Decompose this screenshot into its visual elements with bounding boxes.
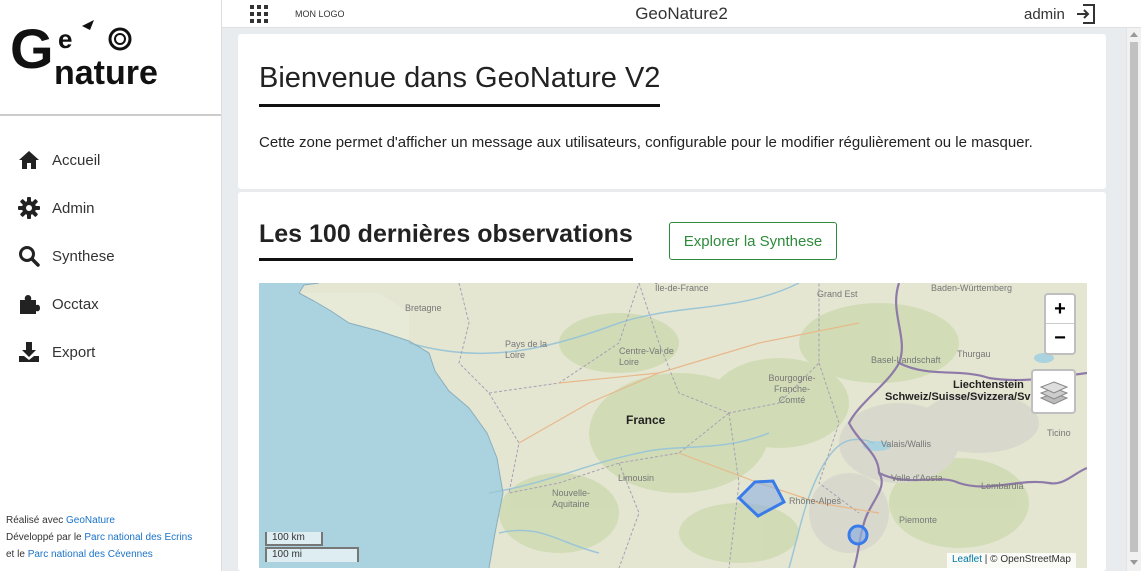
observation-point — [847, 524, 869, 546]
scroll-thumb[interactable] — [1130, 42, 1138, 552]
map-label: Piemonte — [899, 515, 938, 525]
svg-text:e: e — [58, 24, 72, 54]
nav-item-synthese[interactable]: Synthese — [0, 232, 220, 280]
scale-km: 100 km — [265, 532, 323, 546]
geonature-link[interactable]: GeoNature — [66, 515, 115, 526]
layers-control[interactable] — [1031, 369, 1076, 414]
main-nav: Accueil Admin Synthese Occtax Export — [0, 136, 220, 376]
user-name: admin — [1024, 6, 1065, 23]
map-label: Pays de la Loire — [505, 339, 548, 360]
sidebar: G e nature Accueil Admin Synthese Occtax… — [0, 0, 222, 571]
map-basemap[interactable] — [259, 283, 1087, 568]
logout-icon[interactable] — [1075, 3, 1097, 25]
home-icon — [17, 148, 41, 172]
map-label: Limousin — [618, 473, 655, 483]
observations-map[interactable]: Île-de-France Grand Est Baden-Württember… — [259, 283, 1087, 568]
search-icon — [17, 244, 41, 268]
map-label: Nouvelle-Aquitaine — [552, 488, 591, 509]
map-label: Ticino — [1047, 428, 1071, 438]
svg-text:nature: nature — [54, 54, 158, 90]
layers-icon — [1039, 380, 1068, 405]
zoom-in-button[interactable]: + — [1046, 295, 1074, 324]
geonature-logo[interactable]: G e nature — [10, 18, 205, 90]
map-label: Valais/Wallis — [881, 439, 932, 449]
app-title: GeoNature2 — [635, 4, 728, 23]
nav-label: Export — [52, 343, 96, 361]
map-label: Schweiz/Suisse/Svizzera/Svizra — [885, 391, 1050, 403]
welcome-card: Bienvenue dans GeoNature V2 Cette zone p… — [238, 34, 1106, 189]
map-label: Île-de-France — [655, 283, 709, 293]
nav-label: Admin — [52, 199, 95, 217]
zoom-out-button[interactable]: − — [1046, 324, 1074, 353]
attribution-text: | © OpenStreetMap — [982, 554, 1071, 565]
gear-icon — [17, 196, 41, 220]
welcome-title: Bienvenue dans GeoNature V2 — [259, 62, 661, 107]
nav-item-admin[interactable]: Admin — [0, 184, 220, 232]
ecrins-link[interactable]: Parc national des Ecrins — [84, 532, 192, 543]
mon-logo: MON LOGO — [295, 9, 345, 19]
puzzle-icon — [17, 292, 41, 316]
logo-area: G e nature — [0, 0, 221, 116]
map-label: Bourgogne-Franche-Comté — [768, 373, 816, 405]
grid-icon[interactable] — [250, 5, 268, 23]
map-label: Valle d'Aosta — [891, 473, 943, 483]
zoom-control: + − — [1044, 293, 1076, 355]
footer-text: et le — [6, 549, 28, 560]
map-label: Lombardia — [981, 481, 1024, 491]
map-label: Grand Est — [817, 289, 858, 299]
nav-label: Accueil — [52, 151, 101, 169]
scale-mi: 100 mi — [265, 547, 359, 562]
map-attribution: Leaflet | © OpenStreetMap — [947, 553, 1076, 568]
topbar: MON LOGO GeoNature2 admin — [222, 0, 1141, 28]
download-icon — [17, 340, 41, 364]
page-scrollbar[interactable] — [1126, 28, 1141, 571]
nav-item-accueil[interactable]: Accueil — [0, 136, 220, 184]
map-label: France — [626, 413, 666, 427]
nav-label: Occtax — [52, 295, 99, 313]
explore-synthese-button[interactable]: Explorer la Synthese — [669, 222, 837, 260]
svg-text:G: G — [10, 18, 54, 80]
sidebar-footer: Réalisé avec GeoNature Développé par le … — [6, 512, 192, 563]
footer-text: Réalisé avec — [6, 515, 67, 526]
map-label: Baden-Württemberg — [931, 283, 1013, 293]
observations-card: Les 100 dernières observations Explorer … — [238, 192, 1106, 571]
cevennes-link[interactable]: Parc national des Cévennes — [28, 549, 153, 560]
nav-item-export[interactable]: Export — [0, 328, 220, 376]
nav-item-occtax[interactable]: Occtax — [0, 280, 220, 328]
map-label: Basel-Landschaft — [871, 355, 941, 365]
leaflet-link[interactable]: Leaflet — [952, 554, 982, 565]
scroll-down-arrow[interactable] — [1130, 560, 1138, 565]
footer-text: Développé par le — [6, 532, 85, 543]
welcome-message: Cette zone permet d'afficher un message … — [259, 134, 1033, 151]
observations-title: Les 100 dernières observations — [259, 220, 633, 261]
nav-label: Synthese — [52, 247, 115, 265]
map-label: Bretagne — [405, 303, 442, 313]
scroll-up-arrow[interactable] — [1130, 32, 1138, 37]
map-label: Rhône-Alpes — [789, 496, 842, 506]
map-label: Thurgau — [957, 349, 991, 359]
map-label: Centre-Val de Loire — [619, 346, 674, 367]
